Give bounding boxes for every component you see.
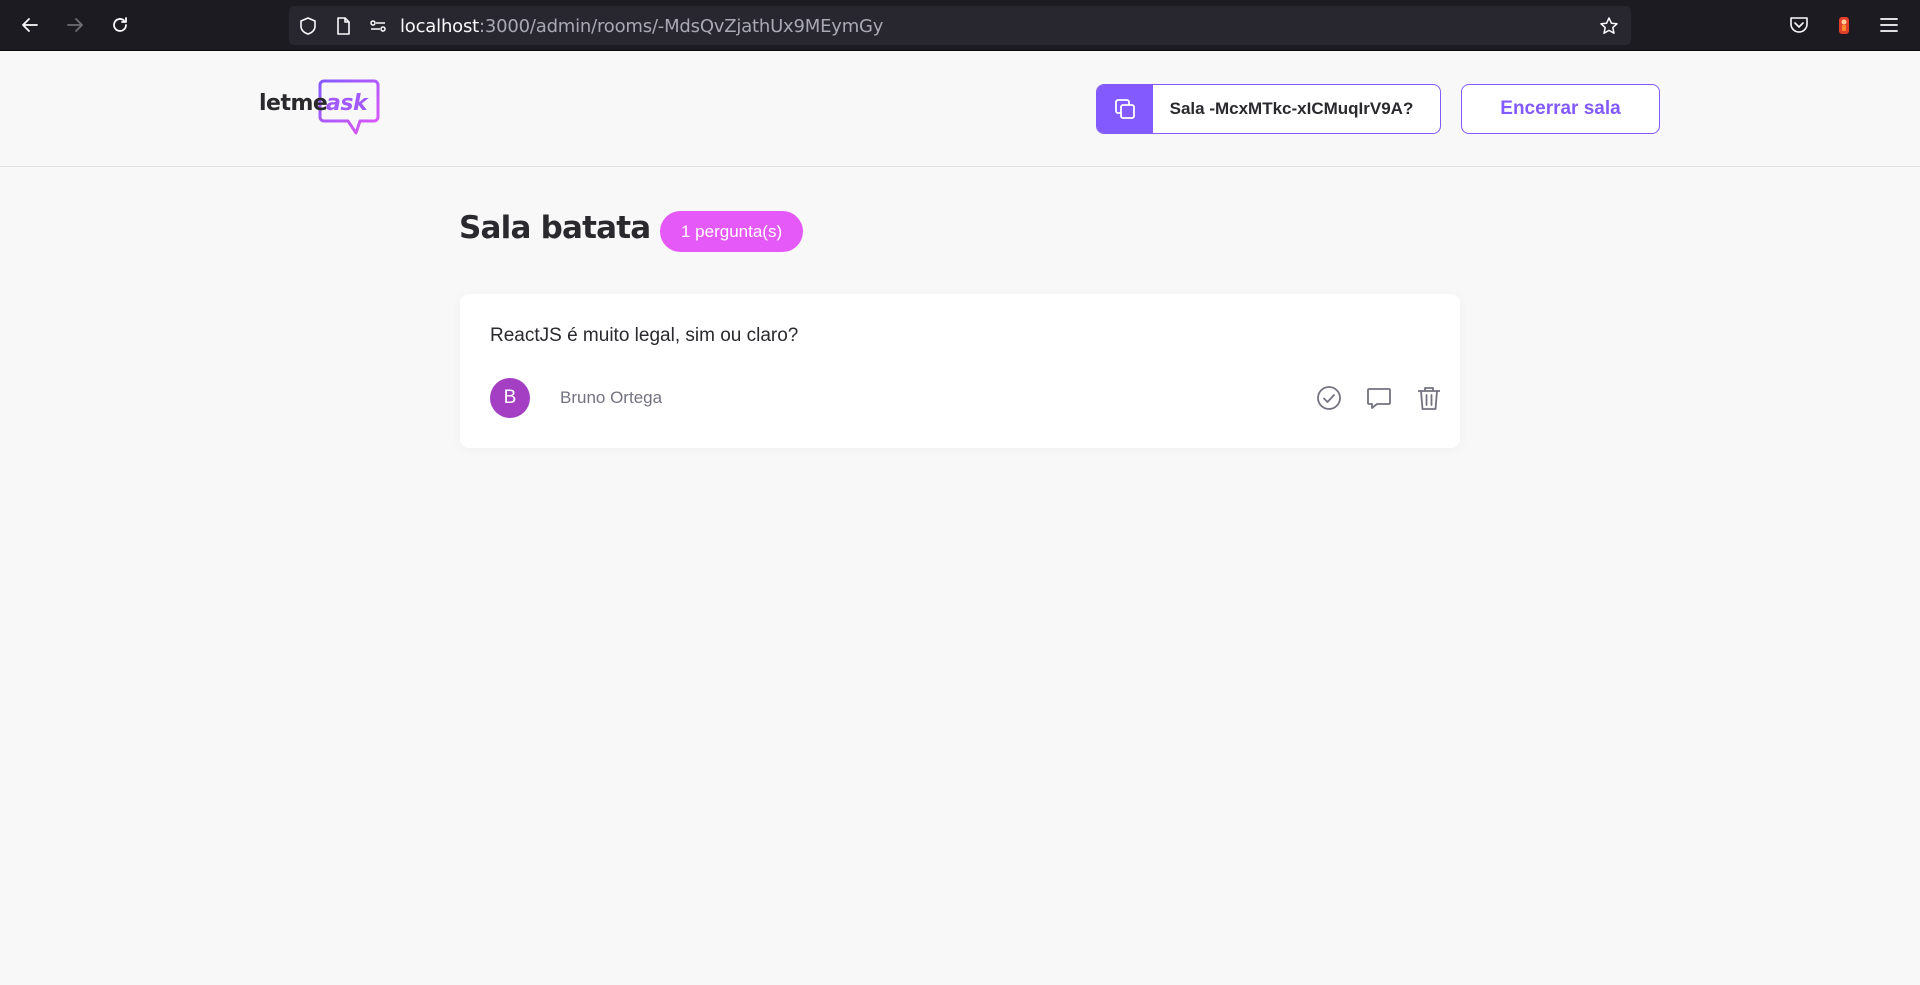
page-icon xyxy=(337,17,350,35)
menu-icon[interactable] xyxy=(1878,14,1900,36)
permissions-icon[interactable] xyxy=(368,16,388,36)
room-code-label: Sala -McxMTkc-xICMuqIrV9A? xyxy=(1169,99,1414,118)
letmeask-logo[interactable]: letme ask xyxy=(258,79,380,137)
copy-icon xyxy=(1115,99,1135,119)
pocket-icon[interactable] xyxy=(1788,14,1810,36)
check-icon xyxy=(1317,386,1341,410)
shield-icon[interactable] xyxy=(298,16,318,36)
logo-accent: ask xyxy=(326,91,368,116)
logo-wordmark: letme xyxy=(259,91,328,116)
answer-question-button[interactable] xyxy=(1363,382,1395,414)
forward-icon xyxy=(67,18,83,32)
room-title: Sala batata xyxy=(459,210,651,246)
url-bar[interactable]: localhost:3000/admin/rooms/-MdsQvZjathUx… xyxy=(289,6,1631,45)
reload-button[interactable] xyxy=(105,10,135,40)
check-question-button[interactable] xyxy=(1313,382,1345,414)
question-card: ReactJS é muito legal, sim ou claro? B B… xyxy=(460,294,1460,448)
delete-icon xyxy=(1418,387,1440,410)
extension-icon[interactable] xyxy=(1833,14,1855,36)
copy-room-code-button[interactable]: Sala -McxMTkc-xICMuqIrV9A? xyxy=(1096,84,1441,134)
url-path: :3000/admin/rooms/-MdsQvZjathUx9MEymGy xyxy=(479,16,884,37)
question-count-badge: 1 pergunta(s) xyxy=(660,211,804,252)
author-name: Bruno Ortega xyxy=(560,388,663,407)
close-room-button[interactable]: Encerrar sala xyxy=(1461,84,1660,134)
back-icon xyxy=(22,18,38,32)
url-host: localhost xyxy=(400,16,479,37)
bookmark-star-icon[interactable] xyxy=(1599,16,1619,36)
room-code-icon-box xyxy=(1097,85,1153,133)
answer-icon xyxy=(1367,388,1391,409)
reload-icon xyxy=(113,17,127,32)
avatar: B xyxy=(490,378,530,418)
delete-question-button[interactable] xyxy=(1413,382,1445,414)
forward-button[interactable] xyxy=(60,10,90,40)
app-header: letme ask Sala -McxMTkc-xICMuqIrV9A? Enc… xyxy=(0,51,1920,167)
browser-toolbar: localhost:3000/admin/rooms/-MdsQvZjathUx… xyxy=(0,0,1920,51)
back-button[interactable] xyxy=(15,10,45,40)
url-text[interactable]: localhost:3000/admin/rooms/-MdsQvZjathUx… xyxy=(400,16,883,37)
question-text: ReactJS é muito legal, sim ou claro? xyxy=(490,325,799,346)
